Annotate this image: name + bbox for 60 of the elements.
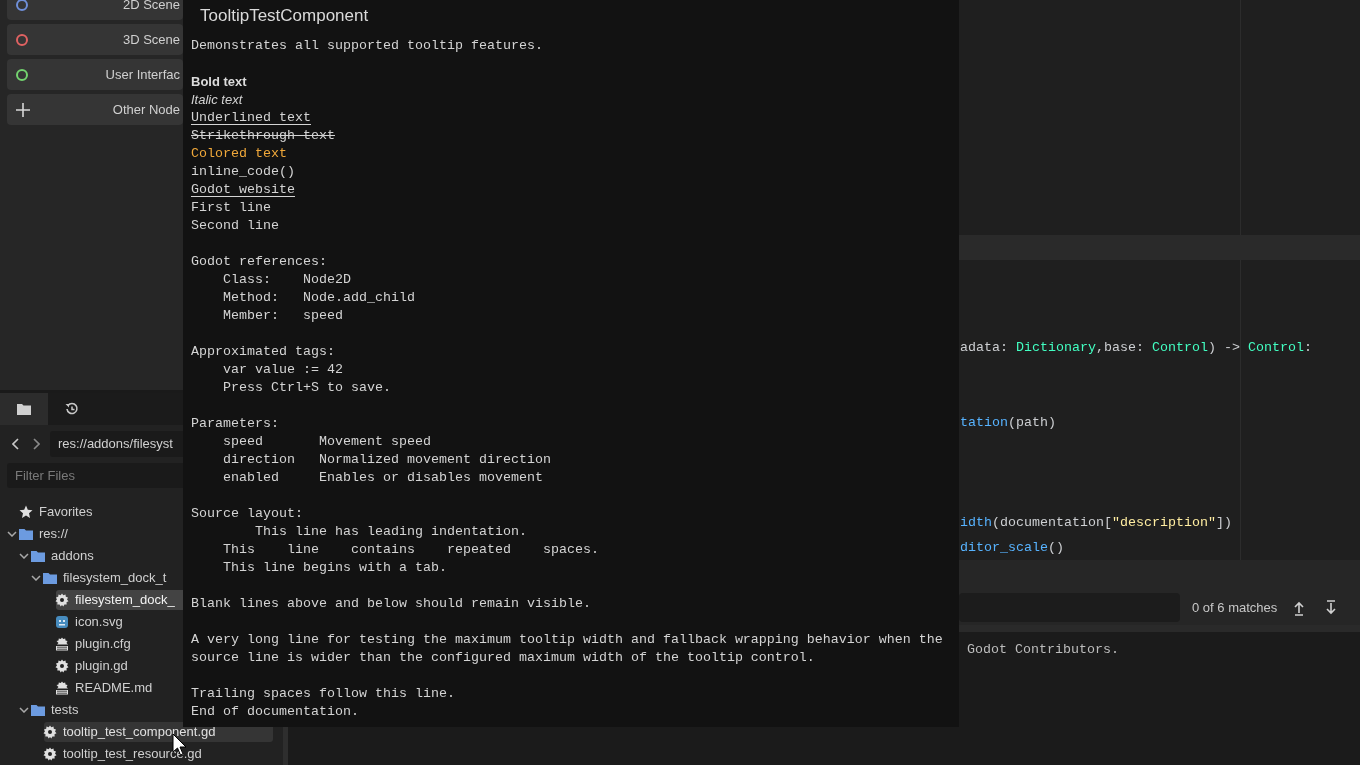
tree-item[interactable]: icon.svg <box>56 612 273 632</box>
code-line: adata: Dictionary,base: Control) -> Control: <box>960 338 1312 357</box>
folder-icon <box>19 527 33 541</box>
tooltip-text: Approximated tags: <box>191 343 335 361</box>
caret-icon[interactable] <box>19 553 29 559</box>
image-file-icon <box>55 615 69 629</box>
colored-text: Colored text <box>191 145 287 163</box>
filesystem-tab[interactable] <box>0 392 48 425</box>
folder-icon <box>17 402 31 415</box>
tooltip-text: Member: speed <box>222 307 343 325</box>
italic-text: Italic text <box>191 91 243 109</box>
node-type-button[interactable]: Other Node <box>7 94 183 125</box>
forward-chevron-icon[interactable] <box>30 437 42 450</box>
folder-icon <box>31 549 45 563</box>
tooltip-text: Class: Node2D <box>222 271 351 289</box>
gear-icon <box>55 593 69 607</box>
node-type-button[interactable]: 2D Scene <box>7 0 183 20</box>
caret-icon[interactable] <box>19 707 29 713</box>
tooltip-text: This line contains repeated spaces. <box>222 541 599 559</box>
tooltip-text: End of documentation. <box>191 703 359 721</box>
link[interactable]: Godot website <box>191 181 295 199</box>
code-text: var value := 42 <box>222 361 343 379</box>
tooltip-title: TooltipTestComponent <box>200 5 369 27</box>
caret-icon[interactable] <box>7 531 17 537</box>
tooltip-text: Demonstrates all supported tooltip features. <box>191 37 543 55</box>
tooltip-text: Godot references: <box>191 253 327 271</box>
code-line: tation(path) <box>960 413 1056 432</box>
node-type-button[interactable]: User Interfac <box>7 59 183 90</box>
tooltip-text: Press Ctrl+S to save. <box>222 379 391 397</box>
code-line: ditor_scale() <box>960 538 1064 557</box>
strikethrough-text: Strikethrough text <box>191 127 335 145</box>
gear-icon <box>55 659 69 673</box>
match-count: 0 of 6 matches <box>1192 598 1278 617</box>
tooltip-text: Method: Node.add_child <box>222 289 415 307</box>
caret-icon[interactable] <box>31 575 41 581</box>
text-file-icon <box>55 681 69 695</box>
tooltip-text: This line has leading indentation. <box>254 523 527 541</box>
history-icon <box>65 401 79 416</box>
tooltip-text: Parameters: <box>191 415 279 433</box>
back-chevron-icon[interactable] <box>10 437 22 450</box>
code-line: idth(documentation["description"]) <box>960 513 1232 532</box>
underlined-text: Underlined text <box>191 109 311 127</box>
plus-icon <box>16 102 30 117</box>
output-line: Godot Contributors. <box>967 641 1119 659</box>
tooltip-text: This line begins with a tab. <box>222 559 447 577</box>
tree-item[interactable]: tooltip_test_resource.gd <box>44 744 273 764</box>
tooltip-text: First line <box>191 199 271 217</box>
gear-icon <box>43 725 57 739</box>
code-text: inline_code() <box>191 163 295 181</box>
node-type-button[interactable]: 3D Scene <box>7 24 183 55</box>
text-file-icon <box>55 637 69 651</box>
tooltip-text: A very long line for testing the maximum tooltip width and fallback wrapping behavior when the source line is wider than the configured maximum width of the tooltip control. <box>191 631 944 667</box>
gear-icon <box>43 747 57 761</box>
tooltip-text: Trailing spaces follow this line. <box>191 685 455 703</box>
tooltip-text: Source layout: <box>191 505 303 523</box>
folder-icon <box>43 571 57 585</box>
star-icon <box>19 505 33 519</box>
folder-icon <box>31 703 45 717</box>
bold-text: Bold text <box>191 73 247 91</box>
tooltip-text: Second line <box>191 217 279 235</box>
